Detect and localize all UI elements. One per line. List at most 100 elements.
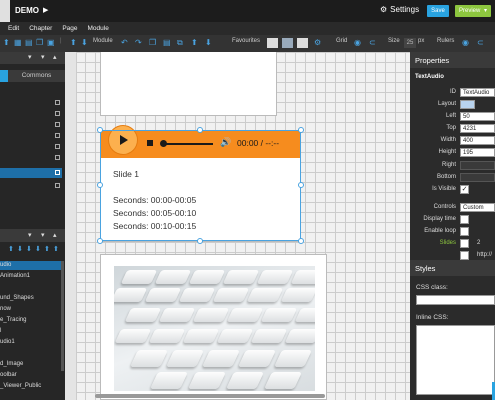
selected-chapter-row[interactable] <box>0 168 62 178</box>
left-field[interactable]: 50 <box>460 112 495 121</box>
bottom-label: Bottom <box>436 174 456 180</box>
id-field[interactable]: TextAudio <box>460 88 495 97</box>
visible-checkbox[interactable]: ✓ <box>460 185 469 194</box>
arrow-up-icon[interactable]: ⬆ <box>44 245 50 253</box>
extra-checkbox[interactable] <box>460 251 469 260</box>
eye-icon[interactable]: ◉ <box>354 38 361 47</box>
snap-icon[interactable]: ⊂ <box>369 38 376 47</box>
page-item[interactable]: e_Tracing <box>0 317 26 323</box>
save-button[interactable]: Save <box>427 5 449 17</box>
move-down-icon[interactable]: ⬇ <box>205 38 212 47</box>
chapter-checkbox[interactable] <box>55 111 60 116</box>
resize-handle[interactable] <box>197 127 203 133</box>
layout-label: Layout <box>437 101 456 107</box>
display-time-checkbox[interactable] <box>460 215 469 224</box>
extra-value: http:// <box>477 252 493 258</box>
layout-icon[interactable]: ▤ <box>25 38 33 47</box>
arrow-up-icon[interactable]: ⬆ <box>53 245 59 253</box>
editor-canvas[interactable]: 🔊 00:00 / --:-- Slide 1 Seconds: 00:00-0… <box>65 52 410 400</box>
controls-select[interactable]: Custom <box>460 203 495 212</box>
copy-module-icon[interactable]: ❐ <box>149 38 156 47</box>
chapter-checkbox[interactable] <box>55 122 60 127</box>
tab-chapters[interactable] <box>0 70 8 82</box>
arrow-up-icon[interactable]: ⬆ <box>8 245 14 253</box>
menu-edit[interactable]: Edit <box>8 25 19 32</box>
page-preview[interactable] <box>100 52 277 116</box>
page-item[interactable]: und_Shapes <box>0 295 34 301</box>
slides-edit-button[interactable] <box>460 239 469 248</box>
top-field[interactable]: 4231 <box>460 124 495 133</box>
arrow-down-icon[interactable]: ⬇ <box>17 245 23 253</box>
resize-handle[interactable] <box>298 127 304 133</box>
grid-size-input[interactable]: 25 <box>404 38 416 48</box>
height-field[interactable]: 195 <box>460 148 495 157</box>
page-item[interactable]: udio <box>0 262 11 268</box>
favourite-shape-icon[interactable] <box>297 38 308 48</box>
chevron-down-icon[interactable]: ▾ <box>41 231 45 239</box>
paste-module-icon[interactable]: ▤ <box>163 38 171 47</box>
duplicate-icon[interactable]: ⧉ <box>177 38 183 48</box>
resize-handle[interactable] <box>97 182 103 188</box>
chapter-checkbox[interactable] <box>55 144 60 149</box>
chevron-up-icon[interactable]: ▴ <box>53 231 57 239</box>
id-label: ID <box>450 89 456 95</box>
chapter-checkbox[interactable] <box>55 170 60 175</box>
page-item[interactable]: oolbar <box>0 372 17 378</box>
page-item[interactable]: l <box>0 328 1 334</box>
chevron-down-icon[interactable]: ▾ <box>28 53 32 61</box>
arrow-down-icon[interactable]: ⬇ <box>26 245 32 253</box>
toolbar-divider: | <box>60 38 62 44</box>
arrow-down-icon[interactable]: ⬇ <box>35 245 41 253</box>
copy-icon[interactable]: ❐ <box>36 38 43 47</box>
delete-icon[interactable]: ▣ <box>47 38 55 47</box>
css-class-input[interactable] <box>416 295 495 305</box>
resize-handle[interactable] <box>298 182 304 188</box>
resize-handle[interactable] <box>298 238 304 244</box>
menu-chapter[interactable]: Chapter <box>29 25 52 32</box>
undo-icon[interactable]: ↶ <box>121 38 128 47</box>
layout-field[interactable] <box>460 100 475 109</box>
arrow-up-icon[interactable]: ⬆ <box>70 38 77 47</box>
page-item[interactable]: _Viewer_Public <box>0 383 41 389</box>
width-field[interactable]: 400 <box>460 136 495 145</box>
page-item[interactable]: d_Image <box>0 361 23 367</box>
tab-commons[interactable]: Commons <box>8 70 65 82</box>
chapter-checkbox[interactable] <box>55 183 60 188</box>
rulers-snap-icon[interactable]: ⊂ <box>477 38 484 47</box>
grid-icon[interactable]: ▦ <box>14 38 22 47</box>
chapter-checkbox[interactable] <box>55 100 60 105</box>
pages-scrollbar[interactable] <box>61 261 64 371</box>
resize-handle[interactable] <box>97 127 103 133</box>
preview-button[interactable]: Preview ▾ <box>455 5 491 17</box>
inline-css-input[interactable] <box>416 325 495 395</box>
right-field[interactable] <box>460 161 495 170</box>
chapter-checkbox[interactable] <box>55 133 60 138</box>
play-icon[interactable]: ▶ <box>43 6 48 14</box>
bottom-field[interactable] <box>460 173 495 182</box>
chevron-up-icon[interactable]: ▴ <box>53 53 57 61</box>
redo-icon[interactable]: ↷ <box>135 38 142 47</box>
rulers-eye-icon[interactable]: ◉ <box>462 38 469 47</box>
upload-icon[interactable]: ⬆ <box>3 38 10 47</box>
chevron-down-icon[interactable]: ▾ <box>28 231 32 239</box>
menu-page[interactable]: Page <box>62 25 77 32</box>
enable-loop-checkbox[interactable] <box>460 227 469 236</box>
page-item[interactable]: Animation1 <box>0 273 30 279</box>
canvas-scrollbar[interactable] <box>95 394 325 398</box>
settings-button[interactable]: ⚙ Settings <box>380 5 419 14</box>
gear-icon[interactable]: ⚙ <box>314 38 321 47</box>
move-up-icon[interactable]: ⬆ <box>191 38 198 47</box>
resize-handle[interactable] <box>197 238 203 244</box>
right-label: Right <box>441 162 456 168</box>
arrow-down-icon[interactable]: ⬇ <box>81 38 88 47</box>
rulers-label: Rulers <box>437 38 455 44</box>
favourite-image-icon[interactable] <box>282 38 293 48</box>
controls-label: Controls <box>433 204 456 210</box>
favourite-text-icon[interactable] <box>267 38 278 48</box>
chevron-down-icon[interactable]: ▾ <box>41 53 45 61</box>
resize-handle[interactable] <box>97 238 103 244</box>
page-item[interactable]: udio1 <box>0 339 15 345</box>
chapter-checkbox[interactable] <box>55 155 60 160</box>
menu-module[interactable]: Module <box>88 25 109 32</box>
page-item[interactable]: now <box>0 306 11 312</box>
